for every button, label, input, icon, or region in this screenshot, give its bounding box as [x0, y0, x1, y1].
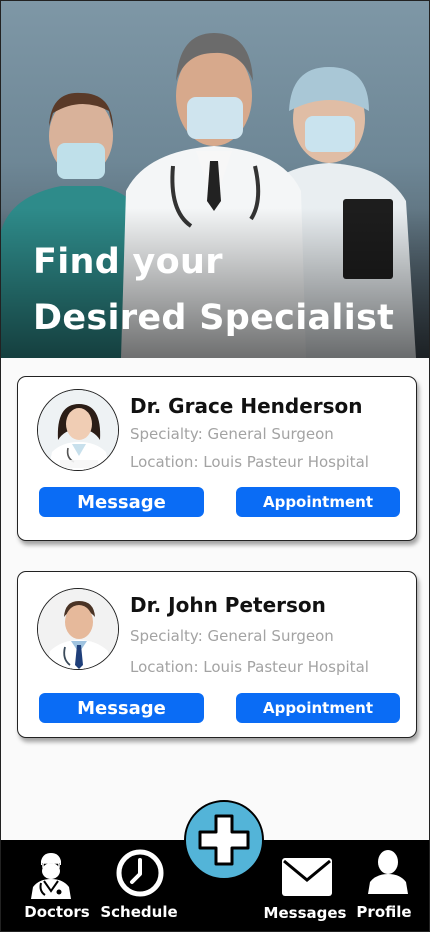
doctor-avatar: [37, 588, 119, 670]
doctor-name: Dr. Grace Henderson: [130, 394, 363, 418]
add-button[interactable]: [184, 800, 264, 880]
title-line-1: Find your: [33, 242, 223, 282]
plus-icon: [198, 814, 250, 866]
doctor-card[interactable]: Dr. Grace Henderson Specialty: General S…: [17, 376, 417, 541]
app-screen: Find your Desired Specialist Dr. Grace H…: [0, 0, 430, 932]
nav-label-messages: Messages: [263, 904, 347, 922]
clock-icon: [116, 849, 164, 897]
nav-label-doctors: Doctors: [24, 903, 90, 921]
message-button[interactable]: Message: [39, 693, 204, 723]
doctor-name: Dr. John Peterson: [130, 593, 326, 617]
nav-item-messages[interactable]: Messages: [263, 840, 347, 931]
nav-item-profile[interactable]: Profile: [351, 840, 429, 931]
page-title: Find your Desired Specialist: [33, 234, 394, 346]
doctor-location: Location: Louis Pasteur Hospital: [130, 658, 369, 676]
nav-item-schedule[interactable]: Schedule: [100, 840, 179, 931]
doctor-location: Location: Louis Pasteur Hospital: [130, 453, 369, 471]
user-icon: [368, 850, 408, 894]
doctor-card[interactable]: Dr. John Peterson Specialty: General Sur…: [17, 571, 417, 738]
nav-label-schedule: Schedule: [100, 903, 178, 921]
nav-item-doctors[interactable]: Doctors: [1, 840, 113, 931]
title-line-2: Desired Specialist: [33, 298, 395, 338]
doctor-icon: [31, 853, 71, 899]
appointment-button[interactable]: Appointment: [236, 693, 400, 723]
appointment-button[interactable]: Appointment: [236, 487, 400, 517]
message-button[interactable]: Message: [39, 487, 204, 517]
doctor-avatar: [37, 389, 119, 471]
doctor-specialty: Specialty: General Surgeon: [130, 425, 334, 443]
envelope-icon: [282, 858, 332, 896]
hero-banner: Find your Desired Specialist: [1, 1, 429, 358]
nav-label-profile: Profile: [356, 903, 412, 921]
doctor-specialty: Specialty: General Surgeon: [130, 627, 334, 645]
